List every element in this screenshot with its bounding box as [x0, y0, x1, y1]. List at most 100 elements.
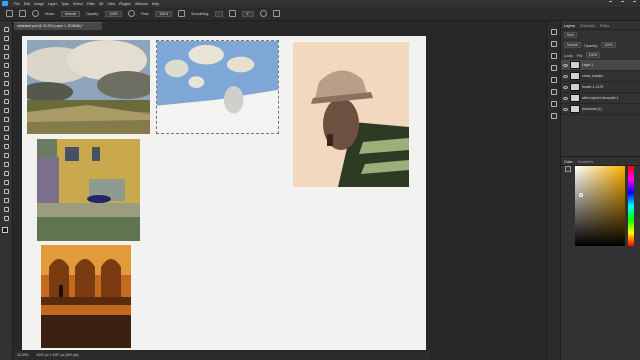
layer-row[interactable]: rafet-rojvisel-clearpath-1	[561, 93, 640, 104]
healing-brush-tool-icon[interactable]	[3, 90, 10, 95]
eyedropper-tool-icon[interactable]	[3, 81, 10, 86]
tools-panel	[0, 21, 13, 360]
layers-list: Layer 1 cezar_maluku hunter-1-1479 rafet…	[561, 60, 640, 115]
type-tool-icon[interactable]	[3, 171, 10, 176]
sky-sketch-image[interactable]	[156, 40, 279, 134]
angle-field[interactable]: 0°	[242, 10, 254, 17]
hand-tool-icon[interactable]	[3, 198, 10, 203]
tab-layers[interactable]: Layers	[564, 24, 575, 29]
visibility-eye-icon[interactable]	[563, 74, 568, 78]
landscape-painting-image[interactable]	[27, 40, 150, 134]
visibility-eye-icon[interactable]	[563, 85, 568, 89]
menu-filter[interactable]: Filter	[87, 2, 95, 6]
photoshop-logo-icon[interactable]	[2, 1, 8, 6]
brush-preset-icon[interactable]	[32, 10, 39, 17]
layer-name: download (1)	[582, 107, 602, 111]
color-panel-tabs: Color Swatches	[561, 157, 640, 166]
layer-thumbnail	[570, 94, 580, 102]
pressure-opacity-icon[interactable]	[127, 10, 135, 17]
libraries-panel-icon[interactable]	[551, 101, 557, 107]
symmetry-icon[interactable]	[272, 10, 280, 17]
maximize-icon[interactable]	[621, 1, 624, 4]
street-scene-image[interactable]	[37, 139, 140, 241]
layer-row[interactable]: download (1)	[561, 104, 640, 115]
layer-thumbnail	[570, 105, 580, 113]
layer-row[interactable]: hunter-1-1479	[561, 82, 640, 93]
gradient-tool-icon[interactable]	[3, 135, 10, 140]
paragraph-panel-icon[interactable]	[551, 89, 557, 95]
crop-tool-icon[interactable]	[3, 63, 10, 68]
clone-stamp-tool-icon[interactable]	[3, 108, 10, 113]
visibility-eye-icon[interactable]	[563, 96, 568, 100]
color-picker-marker[interactable]	[579, 193, 583, 197]
path-select-tool-icon[interactable]	[3, 180, 10, 185]
tab-paths[interactable]: Paths	[600, 24, 609, 29]
quick-select-tool-icon[interactable]	[3, 54, 10, 59]
menu-edit[interactable]: Edit	[24, 2, 30, 6]
fill-field[interactable]: 100%	[585, 52, 601, 58]
brush-tool-icon[interactable]	[19, 10, 26, 17]
blend-mode-select[interactable]: Normal	[564, 42, 581, 48]
frame-tool-icon[interactable]	[3, 72, 10, 77]
menu-file[interactable]: File	[14, 2, 20, 6]
adjustments-panel-icon[interactable]	[551, 53, 557, 59]
flow-field[interactable]: 100%	[155, 10, 173, 17]
lasso-tool-icon[interactable]	[3, 45, 10, 50]
tab-channels[interactable]: Channels	[580, 24, 595, 29]
visibility-eye-icon[interactable]	[563, 107, 568, 111]
flow-label: Flow:	[140, 11, 150, 16]
layer-row[interactable]: Layer 1	[561, 60, 640, 71]
close-icon[interactable]	[633, 1, 636, 4]
layer-kind-filter[interactable]: Kind	[564, 32, 577, 38]
color-picker-field[interactable]	[575, 166, 625, 246]
blend-opacity-row: Normal Opacity: 100%	[561, 40, 640, 50]
hue-slider[interactable]	[628, 166, 634, 246]
menu-plugins[interactable]: Plugins	[119, 2, 131, 6]
menu-select[interactable]: Select	[73, 2, 83, 6]
color-panel-foreground-swatch[interactable]	[565, 166, 571, 172]
pressure-size-icon[interactable]	[259, 10, 267, 17]
home-icon[interactable]	[6, 10, 13, 17]
character-panel-icon[interactable]	[551, 77, 557, 83]
foreground-color-swatch[interactable]	[2, 227, 8, 233]
menu-window[interactable]: Window	[135, 2, 148, 6]
minimize-icon[interactable]	[609, 1, 612, 4]
tab-swatches[interactable]: Swatches	[578, 160, 594, 165]
zoom-tool-icon[interactable]	[3, 207, 10, 212]
document-tab[interactable]: artdefault.psd @ 33.3% (Layer 1, RGB/8#)…	[14, 22, 102, 30]
menu-type[interactable]: Type	[61, 2, 69, 6]
document-info[interactable]: 4000 px x 3457 px (300 ppi)	[37, 353, 79, 357]
history-brush-tool-icon[interactable]	[3, 117, 10, 122]
brushes-panel-icon[interactable]	[551, 65, 557, 71]
swatches-panel-icon[interactable]	[551, 113, 557, 119]
menu-image[interactable]: Image	[34, 2, 44, 6]
move-tool-icon[interactable]	[3, 27, 10, 32]
mode-select[interactable]: Normal	[61, 10, 80, 17]
menu-3d[interactable]: 3D	[99, 2, 104, 6]
dodge-tool-icon[interactable]	[3, 153, 10, 158]
more-tools-icon[interactable]	[3, 216, 10, 221]
fill-label: Fill:	[576, 52, 583, 58]
smoothing-field[interactable]	[215, 10, 224, 17]
layer-opacity-field[interactable]: 100%	[601, 42, 616, 48]
eraser-tool-icon[interactable]	[3, 126, 10, 131]
menu-layer[interactable]: Layer	[48, 2, 57, 6]
smoothing-settings-icon[interactable]	[229, 10, 237, 17]
zoom-level[interactable]: 33.33%	[17, 353, 29, 357]
opacity-field[interactable]: 100%	[105, 10, 122, 17]
shape-tool-icon[interactable]	[3, 189, 10, 194]
blur-tool-icon[interactable]	[3, 144, 10, 149]
fire-ruins-image[interactable]	[41, 245, 131, 348]
airbrush-icon[interactable]	[178, 10, 186, 17]
menu-help[interactable]: Help	[152, 2, 159, 6]
tab-color[interactable]: Color	[564, 160, 573, 165]
brush-tool-icon[interactable]	[3, 99, 10, 104]
history-panel-icon[interactable]	[551, 29, 557, 35]
marquee-tool-icon[interactable]	[3, 36, 10, 41]
pen-tool-icon[interactable]	[3, 162, 10, 167]
visibility-eye-icon[interactable]	[563, 63, 568, 67]
portrait-painting-image[interactable]	[293, 42, 409, 187]
layer-row[interactable]: cezar_maluku	[561, 71, 640, 82]
menu-view[interactable]: View	[107, 2, 115, 6]
properties-panel-icon[interactable]	[551, 41, 557, 47]
